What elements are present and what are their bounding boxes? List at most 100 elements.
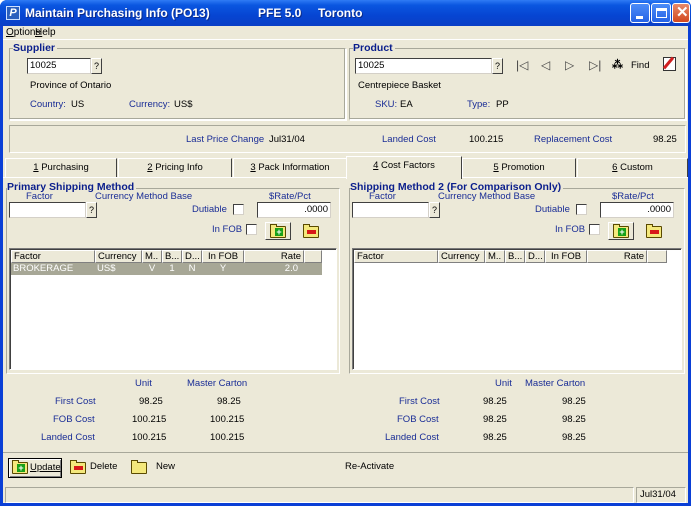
secondary-factor-input[interactable] xyxy=(352,202,429,218)
edit-note-icon[interactable] xyxy=(662,56,676,71)
primary-factor-label: Factor xyxy=(26,191,53,202)
secondary-dutiable-checkbox[interactable] xyxy=(576,204,587,215)
next-record-button[interactable]: ▷ xyxy=(565,58,574,72)
table-row[interactable]: BROKERAGE US$ V 1 N Y 2.0 xyxy=(11,263,322,275)
primary-factors-grid[interactable]: Factor Currency M.. B... D... In FOB Rat… xyxy=(9,248,337,370)
tab-pack-information[interactable]: 3 Pack Information xyxy=(233,158,347,178)
tab-accel: 6 xyxy=(612,162,618,173)
col-filler xyxy=(304,250,322,263)
title-bar[interactable]: P Maintain Purchasing Info (PO13) PFE 5.… xyxy=(0,0,691,26)
folder-add-icon: + xyxy=(613,224,629,238)
product-lookup-button[interactable]: ? xyxy=(492,58,503,74)
col-method[interactable]: M.. xyxy=(142,250,162,263)
primary-infob-checkbox[interactable] xyxy=(246,224,257,235)
secondary-add-factor-button[interactable]: + xyxy=(608,222,634,240)
tab-accel: 5 xyxy=(493,162,499,173)
close-icon: ✕ xyxy=(676,4,689,21)
secondary-factor-lookup-button[interactable]: ? xyxy=(429,202,440,218)
first-record-button[interactable]: |◁ xyxy=(516,58,528,72)
cell-method: V xyxy=(148,263,156,274)
maximize-button[interactable] xyxy=(651,3,671,23)
col-infob[interactable]: In FOB xyxy=(545,250,587,263)
primary-first-cost-label: First Cost xyxy=(55,396,96,407)
country-value: US xyxy=(71,99,85,110)
col-rate[interactable]: Rate xyxy=(587,250,647,263)
product-group: Product 10025 ? |◁ ◁ ▷ ▷| ⁂ Find Centrep… xyxy=(349,42,686,120)
primary-first-cost-carton: 98.25 xyxy=(217,396,241,407)
col-rate[interactable]: Rate xyxy=(244,250,304,263)
secondary-currency-method-label: Currency Method Base xyxy=(438,191,536,202)
col-base[interactable]: B... xyxy=(162,250,182,263)
primary-factor-input[interactable] xyxy=(9,202,86,218)
col-dutiable[interactable]: D... xyxy=(182,250,202,263)
price-summary-panel: Last Price Change Jul31/04 Landed Cost 1… xyxy=(9,125,686,153)
tab-pricing-info[interactable]: 2 Pricing Info xyxy=(118,158,232,178)
type-label: Type: xyxy=(467,99,491,110)
primary-remove-factor-button[interactable] xyxy=(303,224,319,238)
supplier-code-input[interactable]: 10025 xyxy=(27,58,91,74)
tab-label: Purchasing xyxy=(41,162,89,173)
update-button[interactable]: + Update xyxy=(8,458,62,478)
app-icon[interactable]: P xyxy=(6,6,20,20)
col-infob[interactable]: In FOB xyxy=(202,250,244,263)
folder-remove-icon xyxy=(70,460,86,474)
menu-help[interactable]: Help xyxy=(35,27,56,38)
last-price-change-value: Jul31/04 xyxy=(269,134,305,145)
new-button[interactable]: New xyxy=(130,458,180,478)
col-currency[interactable]: Currency xyxy=(95,250,142,263)
primary-shipping-group: Primary Shipping Method Factor Currency … xyxy=(6,181,340,374)
secondary-landed-cost-carton: 98.25 xyxy=(562,432,586,443)
replacement-cost-label: Replacement Cost xyxy=(534,134,613,145)
secondary-landed-cost-unit: 98.25 xyxy=(483,432,507,443)
product-code-input[interactable]: 10025 xyxy=(355,58,492,74)
cell-infob: Y xyxy=(219,263,227,274)
col-base[interactable]: B... xyxy=(505,250,525,263)
folder-add-icon: + xyxy=(270,224,286,238)
secondary-factors-grid[interactable]: Factor Currency M.. B... D... In FOB Rat… xyxy=(352,248,682,370)
secondary-fob-cost-label: FOB Cost xyxy=(397,414,439,425)
secondary-remove-factor-button[interactable] xyxy=(646,224,662,238)
menu-help-label: elp xyxy=(42,27,56,38)
tab-cost-factors[interactable]: 4 Cost Factors xyxy=(346,156,462,179)
primary-landed-cost-unit: 100.215 xyxy=(132,432,167,443)
reactivate-button[interactable]: Re-Activate xyxy=(345,458,394,478)
secondary-rate-input[interactable]: .0000 xyxy=(600,202,674,218)
binoculars-icon[interactable]: ⁂ xyxy=(612,58,623,71)
minimize-button[interactable] xyxy=(630,3,650,23)
client-area: Options Help Supplier 10025 ? Province o… xyxy=(3,26,688,503)
last-record-button[interactable]: ▷| xyxy=(589,58,601,72)
primary-add-factor-button[interactable]: + xyxy=(265,222,291,240)
primary-fob-cost-carton: 100.215 xyxy=(210,414,245,425)
prev-record-button[interactable]: ◁ xyxy=(541,58,550,72)
col-dutiable[interactable]: D... xyxy=(525,250,545,263)
primary-fob-cost-label: FOB Cost xyxy=(53,414,95,425)
tab-accel: 1 xyxy=(33,162,39,173)
supplier-name: Province of Ontario xyxy=(30,80,112,91)
landed-cost-label: Landed Cost xyxy=(382,134,436,145)
primary-dutiable-checkbox[interactable] xyxy=(233,204,244,215)
tab-purchasing[interactable]: 1 Purchasing xyxy=(5,158,117,178)
col-method[interactable]: M.. xyxy=(485,250,505,263)
primary-factor-lookup-button[interactable]: ? xyxy=(86,202,97,218)
minimize-icon xyxy=(636,16,643,19)
status-bar: Jul31/04 xyxy=(3,485,688,503)
action-bar: + Update Delete New Re-Activate xyxy=(3,452,688,482)
close-button[interactable]: ✕ xyxy=(672,3,690,23)
tab-label: Cost Factors xyxy=(381,160,435,171)
delete-button[interactable]: Delete xyxy=(69,458,121,478)
supplier-lookup-button[interactable]: ? xyxy=(91,58,102,74)
col-currency[interactable]: Currency xyxy=(438,250,485,263)
secondary-carton-header: Master Carton xyxy=(525,378,586,389)
primary-rate-label: $Rate/Pct xyxy=(269,191,311,202)
tab-promotion[interactable]: 5 Promotion xyxy=(462,158,576,178)
find-button[interactable]: Find xyxy=(631,60,649,71)
col-factor[interactable]: Factor xyxy=(11,250,95,263)
col-factor[interactable]: Factor xyxy=(354,250,438,263)
tab-custom[interactable]: 6 Custom xyxy=(577,158,688,178)
primary-rate-input[interactable]: .0000 xyxy=(257,202,331,218)
secondary-dutiable-label: Dutiable xyxy=(535,204,570,215)
currency-value: US$ xyxy=(174,99,193,110)
supplier-title: Supplier xyxy=(13,42,58,54)
product-name: Centrepiece Basket xyxy=(358,80,441,91)
secondary-infob-checkbox[interactable] xyxy=(589,224,600,235)
